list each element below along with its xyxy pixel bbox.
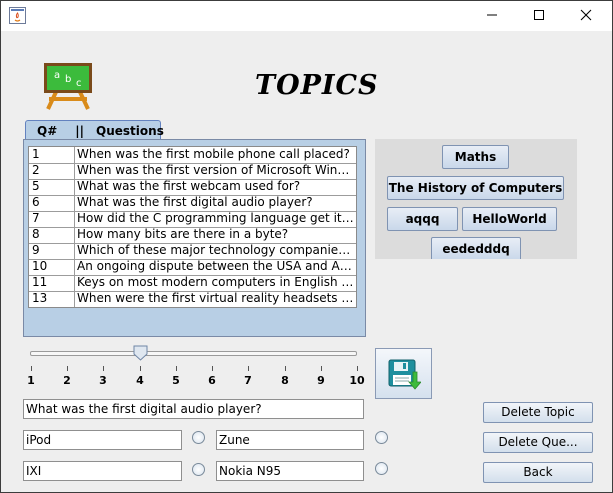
question-field[interactable]: What was the first digital audio player? [23,399,364,419]
slider-tick [140,366,141,371]
logo-letter-c: c [76,78,82,89]
chalkboard-logo-icon: a b c [43,62,93,110]
tab-separator: || [75,123,85,138]
table-row[interactable]: 2 When was the first version of Microsoft… [29,163,356,180]
table-row[interactable]: 6 What was the first digital audio player… [29,195,356,212]
save-button[interactable] [375,348,432,399]
row-question: Which of these major technology companie… [77,243,356,257]
close-icon[interactable] [573,4,599,26]
slider-tick-label: 9 [317,374,325,387]
slider-tick [103,366,104,371]
row-num: 5 [29,179,75,195]
maximize-icon[interactable] [526,4,552,26]
table-row[interactable]: 8 How many bits are there in a byte? [29,227,356,244]
slider-tick-label: 8 [281,374,289,387]
row-question: How many bits are there in a byte? [77,227,289,241]
row-num: 13 [29,291,75,307]
delete-question-button[interactable]: Delete Que... [483,432,593,453]
slider-tick [357,366,358,371]
row-question: How did the C programming language get i… [77,211,356,225]
topics-panel: Maths The History of Computers aqqq Hell… [375,139,577,259]
row-num: 6 [29,195,75,211]
table-row[interactable]: 1 When was the first mobile phone call pl… [29,147,356,164]
java-app-icon [9,7,26,24]
slider-tick [321,366,322,371]
slider-tick-label: 4 [136,374,144,387]
topic-button-history-of-computers[interactable]: The History of Computers [387,176,564,200]
slider-tick-label: 1 [27,374,35,387]
answer-field-4[interactable]: Nokia N95 [216,461,364,481]
table-row[interactable]: 11 Keys on most modern computers in Engli… [29,275,356,292]
answer-radio-3[interactable] [192,463,205,476]
tab-col-num: Q# [37,123,58,138]
logo-letter-a: a [54,70,60,81]
row-question: When was the first version of Microsoft … [77,163,356,177]
slider-tick [212,366,213,371]
topic-button-aqqq[interactable]: aqqq [387,207,458,231]
row-num: 1 [29,147,75,163]
topic-button-helloworld[interactable]: HelloWorld [462,207,557,231]
questions-table: 1 When was the first mobile phone call pl… [28,146,357,308]
delete-topic-button[interactable]: Delete Topic [483,402,593,423]
slider-track[interactable] [30,351,357,356]
slider-tick-label: 7 [244,374,252,387]
row-num: 7 [29,211,75,227]
tab-questions[interactable]: Q# || Questions [25,120,164,140]
row-question: What was the first webcam used for? [77,179,301,193]
slider-tick-label: 2 [63,374,71,387]
row-num: 9 [29,243,75,259]
slider-tick [248,366,249,371]
table-row[interactable]: 7 How did the C programming language get … [29,211,356,228]
row-question: Keys on most modern computers in English… [77,275,356,289]
table-row[interactable]: 9 Which of these major technology compani… [29,243,356,260]
tab-col-questions: Questions [96,123,164,138]
table-row[interactable]: 10 An ongoing dispute between the USA and… [29,259,356,276]
row-question: What was the first digital audio player? [77,195,313,209]
topic-button-maths[interactable]: Maths [442,145,509,169]
slider-tick [176,366,177,371]
title-bar [0,0,613,31]
slider-tick-label: 10 [349,374,365,387]
floppy-disk-icon [388,359,421,390]
answer-radio-1[interactable] [192,431,205,444]
slider-tick [67,366,68,371]
answer-radio-4[interactable] [375,462,388,475]
answer-field-1[interactable]: iPod [23,430,182,450]
row-num: 8 [29,227,75,243]
slider-tick-label: 5 [172,374,180,387]
answer-field-3[interactable]: IXI [23,461,182,481]
answer-radio-2[interactable] [375,431,388,444]
back-button[interactable]: Back [483,462,593,483]
row-question: An ongoing dispute between the USA and A… [77,259,356,273]
slider-tick [31,366,32,371]
slider-tick-label: 6 [208,374,216,387]
table-row[interactable]: 13 When were the first virtual reality he… [29,291,356,307]
slider-tick-label: 3 [99,374,107,387]
row-num: 2 [29,163,75,179]
slider-tick [285,366,286,371]
slider-thumb[interactable] [133,345,148,361]
page-title: TOPICS [255,70,379,101]
row-question: When were the first virtual reality head… [77,291,356,305]
table-row[interactable]: 5 What was the first webcam used for? [29,179,356,196]
logo-letter-b: b [65,74,71,85]
topic-button-eededddq[interactable]: eededddq [431,237,521,259]
row-num: 10 [29,259,75,275]
row-num: 11 [29,275,75,291]
answer-field-2[interactable]: Zune [216,430,364,450]
row-question: When was the first mobile phone call pla… [77,147,350,161]
minimize-icon[interactable] [479,4,505,26]
